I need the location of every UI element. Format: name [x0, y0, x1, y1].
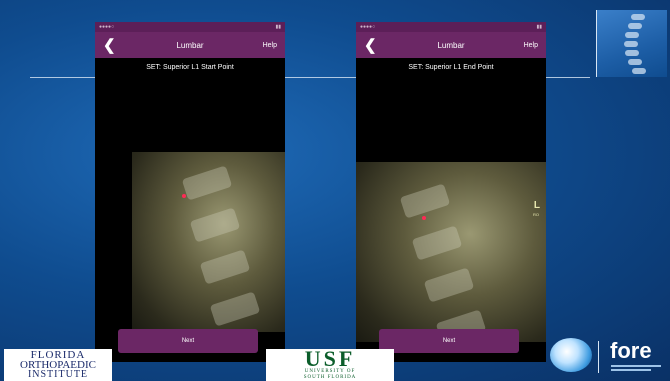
point-marker[interactable]: [422, 216, 426, 220]
back-chevron-icon[interactable]: ❮: [103, 36, 116, 54]
xray-orientation-letter: L: [533, 200, 540, 211]
spine-icon: [624, 41, 638, 47]
next-button[interactable]: Next: [379, 329, 519, 353]
spine-image: [596, 10, 667, 77]
back-chevron-icon[interactable]: ❮: [364, 36, 377, 54]
spine-icon: [628, 23, 642, 29]
vertebra: [189, 207, 241, 243]
vertebra: [199, 249, 251, 285]
phone-screenshot-end: ●●●●○ ▮▮ ❮ Lumbar Help SET: Superior L1 E…: [356, 22, 546, 362]
fore-logo: fore: [598, 338, 665, 373]
vertebra: [181, 165, 233, 201]
nav-bar: ❮ Lumbar Help: [95, 32, 285, 58]
set-instruction: SET: Superior L1 Start Point: [146, 64, 234, 71]
vertebra: [399, 183, 451, 219]
nav-title: Lumbar: [437, 40, 465, 50]
vertebra: [209, 291, 261, 327]
nav-bar: ❮ Lumbar Help: [356, 32, 546, 58]
spine-icon: [625, 32, 639, 38]
orb-icon: [550, 338, 592, 372]
next-button[interactable]: Next: [118, 329, 258, 353]
spine-icon: [632, 68, 646, 74]
xray-orientation-sub: RO: [533, 212, 539, 217]
help-button[interactable]: Help: [524, 42, 538, 49]
point-marker[interactable]: [182, 194, 186, 198]
vertebra: [423, 267, 475, 303]
help-button[interactable]: Help: [263, 42, 277, 49]
spine-icon: [631, 14, 645, 20]
spine-icon: [625, 50, 639, 56]
vertebra: [411, 225, 463, 261]
phone-screenshot-start: ●●●●○ ▮▮ ❮ Lumbar Help SET: Superior L1 S…: [95, 22, 285, 362]
spine-icon: [628, 59, 642, 65]
xray-image[interactable]: L RO: [356, 162, 546, 342]
florida-orthopaedic-logo: FLORIDA ORTHOPAEDIC INSTITUTE: [4, 349, 112, 381]
status-bar: ●●●●○ ▮▮: [95, 22, 285, 32]
status-bar: ●●●●○ ▮▮: [356, 22, 546, 32]
usf-logo: USF UNIVERSITY OF SOUTH FLORIDA: [266, 348, 394, 381]
xray-image[interactable]: [132, 152, 285, 332]
set-instruction: SET: Superior L1 End Point: [408, 64, 494, 71]
nav-title: Lumbar: [176, 40, 204, 50]
